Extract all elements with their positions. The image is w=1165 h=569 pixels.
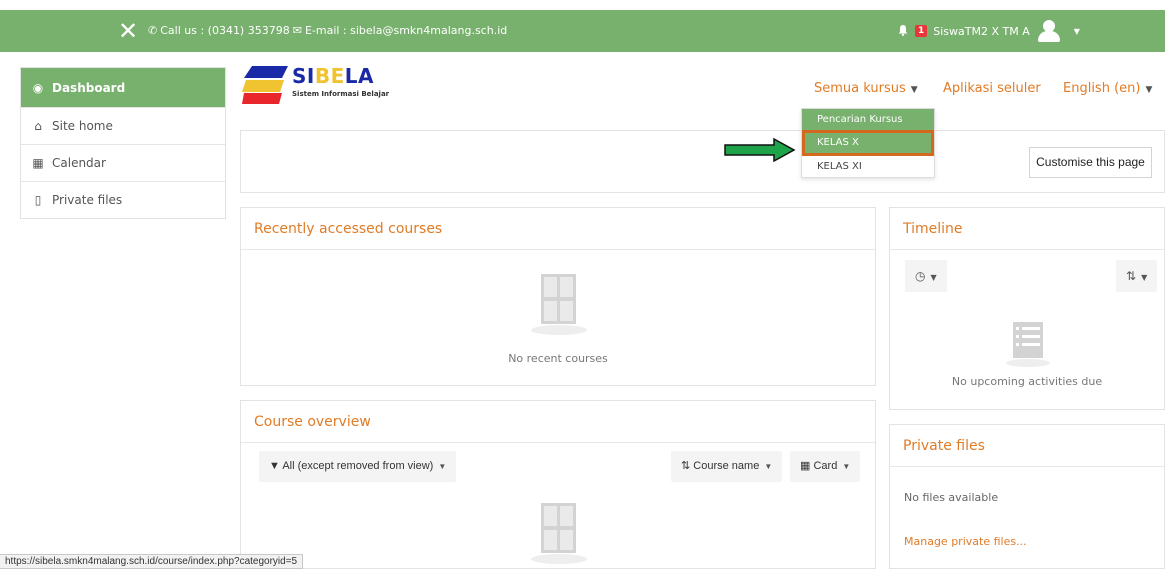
clock-icon: ◷ xyxy=(915,269,926,283)
page-header-panel xyxy=(240,130,1165,193)
sidebar-item-site-home[interactable]: ⌂ Site home xyxy=(21,107,225,144)
timeline-panel: Timeline ◷ ▼ ⇅ ▼ No upcoming activities du… xyxy=(889,207,1165,410)
course-overview-panel: Course overview ▼ All (except removed fr… xyxy=(240,400,876,569)
timeline-sort-dropdown[interactable]: ⇅ ▼ xyxy=(1116,260,1158,292)
top-bar: ✕ ✆ Call us : (0341) 353798 ✉ E-mail : s… xyxy=(0,10,1165,52)
course-overview-title: Course overview xyxy=(241,401,875,443)
nav-language[interactable]: English (en) ▼ xyxy=(1063,81,1152,96)
username[interactable]: SiswaTM2 X TM A xyxy=(933,25,1029,38)
chevron-down-icon: ▼ xyxy=(1141,273,1148,282)
logo-text: SIBELA xyxy=(292,64,374,88)
chevron-down-icon: ▼ xyxy=(910,85,918,95)
sidebar-item-label: Calendar xyxy=(52,156,106,170)
nav-language-label: English (en) xyxy=(1063,81,1141,96)
sidebar-item-dashboard[interactable]: ◉ Dashboard xyxy=(21,68,225,107)
courses-empty-icon xyxy=(531,274,587,335)
contact-phone: Call us : (0341) 353798 xyxy=(160,24,290,37)
view-dropdown[interactable]: ▦ Card ▼ xyxy=(790,451,861,482)
user-area: 1 SiswaTM2 X TM A ▼ xyxy=(897,20,1080,42)
nav-courses[interactable]: Semua kursus ▼ xyxy=(814,81,918,96)
recent-courses-panel: Recently accessed courses No recent cour… xyxy=(240,207,876,386)
dropdown-item-search-courses[interactable]: Pencarian Kursus xyxy=(802,109,934,130)
grid-icon: ▦ xyxy=(800,460,811,472)
sidebar-item-label: Private files xyxy=(52,193,123,207)
sidebar-item-calendar[interactable]: ▦ Calendar xyxy=(21,144,225,181)
avatar[interactable] xyxy=(1036,20,1062,42)
sidebar-item-private-files[interactable]: ▯ Private files xyxy=(21,181,225,218)
sidebar-item-label: Site home xyxy=(52,119,113,133)
timeline-title: Timeline xyxy=(890,208,1164,250)
dropdown-item-kelas-x[interactable]: KELAS X xyxy=(802,130,934,156)
nav-mobile-app[interactable]: Aplikasi seluler xyxy=(943,81,1041,96)
sidebar-item-label: Dashboard xyxy=(52,80,126,95)
contact-info: ✆ Call us : (0341) 353798 ✉ E-mail : sib… xyxy=(148,24,507,37)
customise-page-button[interactable]: Customise this page xyxy=(1029,147,1152,178)
chevron-down-icon: ▼ xyxy=(842,462,851,471)
home-icon: ⌂ xyxy=(34,119,42,133)
status-bar-url: https://sibela.smkn4malang.sch.id/course… xyxy=(0,554,304,569)
site-logo[interactable]: SIBELA Sistem Informasi Belajar xyxy=(242,64,402,106)
envelope-icon: ✉ xyxy=(292,24,302,37)
contact-email: E-mail : sibela@smkn4malang.sch.id xyxy=(304,24,508,37)
manage-private-files-link[interactable]: Manage private files... xyxy=(904,535,1027,548)
filter-icon: ▼ xyxy=(269,460,280,472)
close-icon[interactable]: ✕ xyxy=(118,18,138,44)
recent-courses-title: Recently accessed courses xyxy=(241,208,875,250)
private-files-title: Private files xyxy=(890,425,1164,467)
courses-empty-icon xyxy=(531,503,587,564)
logo-tagline: Sistem Informasi Belajar xyxy=(292,90,390,98)
sort-icon: ⇅ xyxy=(1126,269,1137,283)
sidebar: ◉ Dashboard ⌂ Site home ▦ Calendar ▯ Pri… xyxy=(20,67,226,219)
private-files-empty: No files available xyxy=(904,491,999,504)
activities-empty-icon xyxy=(1006,322,1050,367)
chevron-down-icon: ▼ xyxy=(1145,85,1153,95)
courses-dropdown: Pencarian Kursus KELAS X KELAS XI xyxy=(801,108,935,178)
chevron-down-icon: ▼ xyxy=(764,462,773,471)
message-badge[interactable]: 1 xyxy=(915,25,928,37)
private-files-panel: Private files No files available Manage … xyxy=(889,424,1165,569)
sort-icon: ⇅ xyxy=(681,460,691,472)
file-icon: ▯ xyxy=(34,193,42,207)
dropdown-item-kelas-xi[interactable]: KELAS XI xyxy=(802,156,934,177)
nav-courses-label: Semua kursus xyxy=(814,81,906,96)
tachometer-icon: ◉ xyxy=(32,80,44,95)
user-menu-caret-icon[interactable]: ▼ xyxy=(1074,27,1080,36)
timeline-empty: No upcoming activities due xyxy=(951,375,1103,388)
grouping-filter-dropdown[interactable]: ▼ All (except removed from view) ▼ xyxy=(259,451,457,482)
phone-icon: ✆ xyxy=(148,24,158,37)
timeline-filter-dropdown[interactable]: ◷ ▼ xyxy=(905,260,947,292)
sort-dropdown[interactable]: ⇅ Course name ▼ xyxy=(671,451,783,482)
chevron-down-icon: ▼ xyxy=(930,273,937,282)
chevron-down-icon: ▼ xyxy=(438,462,447,471)
arrow-right-icon xyxy=(724,137,796,163)
calendar-icon: ▦ xyxy=(32,156,44,170)
recent-courses-empty: No recent courses xyxy=(508,352,608,365)
bell-icon[interactable] xyxy=(897,24,909,39)
logo-stripes-icon xyxy=(242,66,288,104)
